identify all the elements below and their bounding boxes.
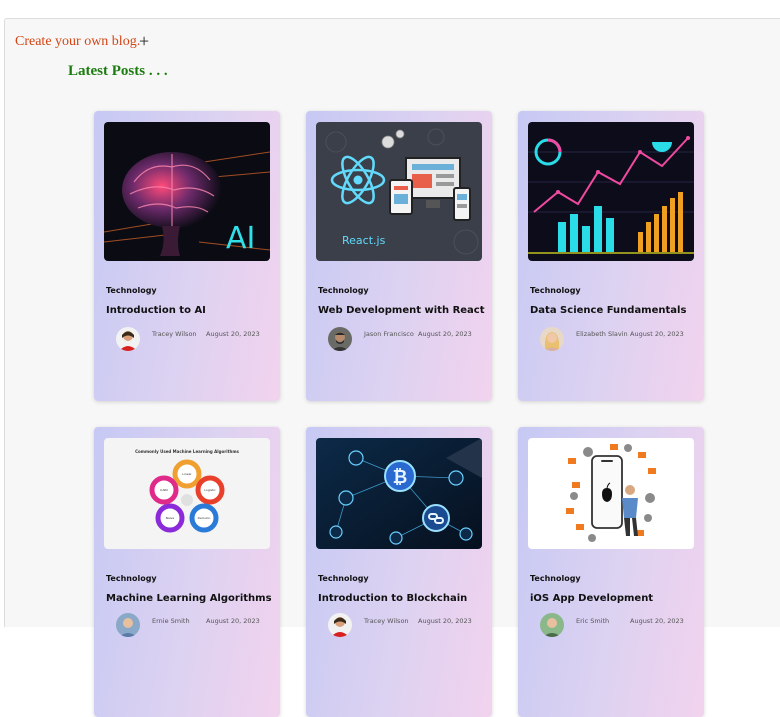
- post-date: August 20, 2023: [630, 617, 684, 625]
- post-author[interactable]: Tracey Wilson: [364, 617, 409, 625]
- svg-text:₿: ₿: [393, 467, 408, 488]
- post-category[interactable]: Technology: [318, 286, 369, 295]
- post-category[interactable]: Technology: [106, 286, 157, 295]
- svg-text:Commonly Used Machine Learning: Commonly Used Machine Learning Algorithm…: [135, 449, 239, 454]
- post-date: August 20, 2023: [630, 330, 684, 338]
- ai-brain-image: AI: [104, 122, 270, 261]
- post-title[interactable]: iOS App Development: [530, 593, 653, 604]
- blockchain-image: ₿: [316, 438, 482, 549]
- post-date: August 20, 2023: [206, 330, 260, 338]
- svg-text:AI: AI: [226, 221, 255, 256]
- post-card[interactable]: Technology Data Science Fundamentals Eli…: [518, 111, 704, 401]
- post-card[interactable]: Commonly Used Machine Learning Algorithm…: [94, 427, 280, 717]
- avatar: [328, 327, 352, 351]
- reactjs-image: React.js: [316, 122, 482, 261]
- avatar: [540, 327, 564, 351]
- svg-text:Naive: Naive: [166, 516, 175, 520]
- data-chart-image: [528, 122, 694, 261]
- ml-algorithms-image: Commonly Used Machine Learning Algorithm…: [104, 438, 270, 549]
- post-author[interactable]: Jason Francisco: [364, 330, 414, 338]
- ios-dev-image: [528, 438, 694, 549]
- svg-text:React.js: React.js: [342, 234, 386, 247]
- post-category[interactable]: Technology: [530, 574, 581, 583]
- avatar: [328, 613, 352, 637]
- post-title[interactable]: Web Development with React: [318, 305, 485, 316]
- avatar: [540, 613, 564, 637]
- post-title[interactable]: Data Science Fundamentals: [530, 305, 686, 316]
- post-category[interactable]: Technology: [106, 574, 157, 583]
- svg-text:K-NN: K-NN: [160, 488, 167, 492]
- post-card[interactable]: AI Technology Introduction to AI Tracey …: [94, 111, 280, 401]
- post-author[interactable]: Elizabeth Slavin: [576, 330, 628, 338]
- create-blog-link[interactable]: Create your own blog.: [15, 34, 140, 50]
- plus-icon[interactable]: +: [139, 31, 149, 52]
- post-author[interactable]: Eric Smith: [576, 617, 609, 625]
- post-date: August 20, 2023: [418, 617, 472, 625]
- post-title[interactable]: Introduction to Blockchain: [318, 593, 467, 604]
- section-title: Latest Posts . . .: [68, 63, 168, 79]
- post-category[interactable]: Technology: [530, 286, 581, 295]
- post-author[interactable]: Ernie Smith: [152, 617, 190, 625]
- post-title[interactable]: Introduction to AI: [106, 305, 206, 316]
- svg-text:Decision: Decision: [198, 516, 211, 520]
- post-category[interactable]: Technology: [318, 574, 369, 583]
- post-card[interactable]: ₿ Technology Introduction to Blockchain …: [306, 427, 492, 717]
- post-card[interactable]: React.js Technology Web Development with…: [306, 111, 492, 401]
- avatar: [116, 613, 140, 637]
- post-date: August 20, 2023: [206, 617, 260, 625]
- svg-text:Linear: Linear: [182, 472, 192, 476]
- post-title[interactable]: Machine Learning Algorithms: [106, 593, 272, 604]
- svg-text:Logistic: Logistic: [204, 488, 216, 492]
- avatar: [116, 327, 140, 351]
- post-date: August 20, 2023: [418, 330, 472, 338]
- post-author[interactable]: Tracey Wilson: [152, 330, 197, 338]
- post-card[interactable]: Technology iOS App Development Eric Smit…: [518, 427, 704, 717]
